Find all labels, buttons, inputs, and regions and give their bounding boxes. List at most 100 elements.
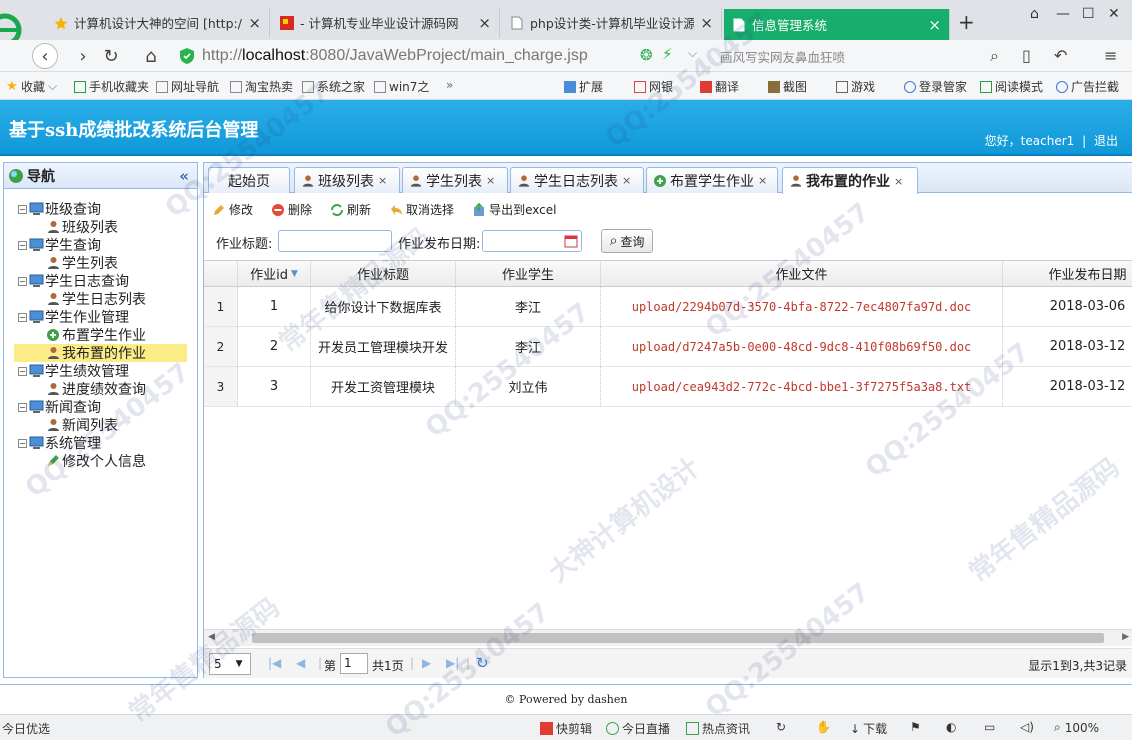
reading-mode-button[interactable]: 阅读模式 <box>980 78 1043 95</box>
logout-link[interactable]: 退出 <box>1094 134 1118 148</box>
collapse-node-icon[interactable]: − <box>18 312 27 322</box>
sidebar-item-log-list[interactable]: 学生日志列表 <box>4 290 197 308</box>
tab-log-list[interactable]: 学生日志列表 × <box>510 167 644 193</box>
horizontal-scrollbar[interactable]: ◀ ▶ <box>204 629 1132 646</box>
tree-node-news-query[interactable]: − 新闻查询 <box>4 398 197 416</box>
close-icon[interactable]: × <box>378 174 387 187</box>
table-row[interactable]: 1 1 给你设计下数据库表 李江 upload/2294b07d-3570-4b… <box>204 287 1132 327</box>
search-icon[interactable]: ⌕ <box>990 46 999 66</box>
lightning-icon[interactable]: ⚡ <box>662 45 673 63</box>
calendar-icon[interactable] <box>564 234 578 248</box>
first-page-icon[interactable]: |◀ <box>268 656 281 670</box>
ad-block-button[interactable]: 广告拦截 <box>1056 78 1119 95</box>
file-link[interactable]: upload/cea943d2-772c-4bcd-bbe1-3f7275f5a… <box>601 367 1003 406</box>
today-picks[interactable]: 今日优选 <box>2 720 50 737</box>
sidebar-item-my-homework[interactable]: 我布置的作业 <box>14 344 187 362</box>
close-icon[interactable]: × <box>248 14 261 32</box>
scroll-right-icon[interactable]: ▶ <box>1122 632 1129 642</box>
delete-button[interactable]: 删除 <box>271 201 312 218</box>
browser-icon[interactable]: ◐ <box>946 720 956 734</box>
tab-my-homework[interactable]: 我布置的作业 × <box>782 167 918 194</box>
bookmark-item[interactable]: 手机收藏夹 <box>74 78 149 95</box>
browser-tab-3[interactable]: php设计类-计算机毕业设计源 × <box>502 7 722 38</box>
tree-node-homework-manage[interactable]: − 学生作业管理 <box>4 308 197 326</box>
export-excel-button[interactable]: 导出到excel <box>472 201 556 218</box>
edit-button[interactable]: 修改 <box>212 201 253 218</box>
column-header-date[interactable]: 作业发布日期 <box>1003 261 1132 286</box>
tab-assign-homework[interactable]: 布置学生作业 × <box>646 167 778 193</box>
translate-button[interactable]: 翻译 <box>700 78 739 95</box>
tree-node-student-query[interactable]: − 学生查询 <box>4 236 197 254</box>
collapse-node-icon[interactable]: − <box>18 366 27 376</box>
menu-icon[interactable]: ≡ <box>1104 46 1117 65</box>
collapse-node-icon[interactable]: − <box>18 204 27 214</box>
prev-page-icon[interactable]: ◀ <box>296 656 305 670</box>
maximize-icon[interactable]: ☐ <box>1082 6 1095 22</box>
sidebar-item-progress-query[interactable]: 进度绩效查询 <box>4 380 197 398</box>
sidebar-item-class-list[interactable]: 班级列表 <box>4 218 197 236</box>
file-link[interactable]: upload/d7247a5b-0e00-48cd-9dc8-410f08b69… <box>601 327 1003 366</box>
close-icon[interactable]: × <box>700 14 713 32</box>
close-icon[interactable]: × <box>622 174 631 187</box>
download-button[interactable]: ↓ 下载 <box>850 720 887 737</box>
title-input[interactable] <box>278 230 392 252</box>
table-row[interactable]: 2 2 开发员工管理模块开发 李江 upload/d7247a5b-0e00-4… <box>204 327 1132 367</box>
collapse-node-icon[interactable]: − <box>18 438 27 448</box>
page-number-input[interactable]: 1 <box>340 653 368 674</box>
chevron-down-icon[interactable]: ⌵ <box>688 46 697 61</box>
zoom-control[interactable]: ⌕ 100% <box>1054 720 1099 735</box>
tab-class-list[interactable]: 班级列表 × <box>294 167 400 193</box>
close-icon[interactable]: × <box>486 174 495 187</box>
reload-icon[interactable]: ↻ <box>476 654 489 672</box>
bookmark-favorites[interactable]: ★ 收藏 ⌵ <box>6 78 57 95</box>
collapse-node-icon[interactable]: − <box>18 276 27 286</box>
scroll-left-icon[interactable]: ◀ <box>208 632 215 642</box>
sidebar-item-assign-homework[interactable]: 布置学生作业 <box>4 326 197 344</box>
login-manager-button[interactable]: 登录管家 <box>904 78 967 95</box>
phone-icon[interactable]: ▯ <box>1022 46 1031 65</box>
tree-node-class-query[interactable]: − 班级查询 <box>4 200 197 218</box>
sidebar-item-edit-profile[interactable]: 修改个人信息 <box>4 452 197 470</box>
new-tab-button[interactable]: + <box>958 10 975 34</box>
refresh-button[interactable]: 刷新 <box>330 201 371 218</box>
flag-icon[interactable]: ⚑ <box>910 720 921 734</box>
volume-icon[interactable]: ◁) <box>1020 720 1034 734</box>
date-input[interactable] <box>482 230 582 252</box>
column-header-id[interactable]: 作业id ▼ <box>238 261 311 286</box>
extension-button[interactable]: 扩展 <box>564 78 603 95</box>
bookmark-item[interactable]: win7之 <box>374 78 429 95</box>
live-button[interactable]: 今日直播 <box>606 720 670 737</box>
minimize-icon[interactable]: — <box>1056 6 1070 22</box>
bank-button[interactable]: 网银 <box>634 78 673 95</box>
scrollbar-thumb[interactable] <box>252 633 1104 643</box>
search-hint[interactable]: 画风写实网友鼻血狂喷 <box>720 47 845 66</box>
collapse-node-icon[interactable]: − <box>18 240 27 250</box>
screenshot-button[interactable]: 截图 <box>768 78 807 95</box>
tree-node-system[interactable]: − 系统管理 <box>4 434 197 452</box>
bookmark-item[interactable]: 淘宝热卖 <box>230 78 293 95</box>
games-button[interactable]: 游戏 <box>836 78 875 95</box>
undo-icon[interactable]: ↶ <box>1054 46 1067 65</box>
back-button[interactable]: ‹ <box>32 43 58 69</box>
cancel-select-button[interactable]: 取消选择 <box>389 201 454 218</box>
news-button[interactable]: 热点资讯 <box>686 720 750 737</box>
close-icon[interactable]: × <box>758 174 767 187</box>
file-link[interactable]: upload/2294b07d-3570-4bfa-8722-7ec4807fa… <box>601 287 1003 326</box>
quick-edit-button[interactable]: 快剪辑 <box>540 720 592 737</box>
close-icon[interactable]: × <box>894 175 903 188</box>
next-page-icon[interactable]: ▶ <box>422 656 431 670</box>
skin-icon[interactable]: ⌂ <box>1030 6 1039 22</box>
tree-node-performance[interactable]: − 学生绩效管理 <box>4 362 197 380</box>
window-icon[interactable]: ▭ <box>984 720 995 734</box>
last-page-icon[interactable]: ▶| <box>446 656 459 670</box>
reload-icon[interactable]: ↻ <box>98 43 124 69</box>
table-row[interactable]: 3 3 开发工资管理模块 刘立伟 upload/cea943d2-772c-4b… <box>204 367 1132 407</box>
hand-icon[interactable]: ✋ <box>816 720 831 734</box>
tree-node-log-query[interactable]: − 学生日志查询 <box>4 272 197 290</box>
collapse-node-icon[interactable]: − <box>18 402 27 412</box>
browser-tab-4[interactable]: 信息管理系统 × <box>724 9 950 40</box>
collapse-icon[interactable]: « <box>179 167 189 185</box>
browser-tab-2[interactable]: - 计算机专业毕业设计源码网 × <box>272 7 500 38</box>
bookmark-item[interactable]: 网址导航 <box>156 78 219 95</box>
close-window-icon[interactable]: ✕ <box>1108 6 1120 22</box>
